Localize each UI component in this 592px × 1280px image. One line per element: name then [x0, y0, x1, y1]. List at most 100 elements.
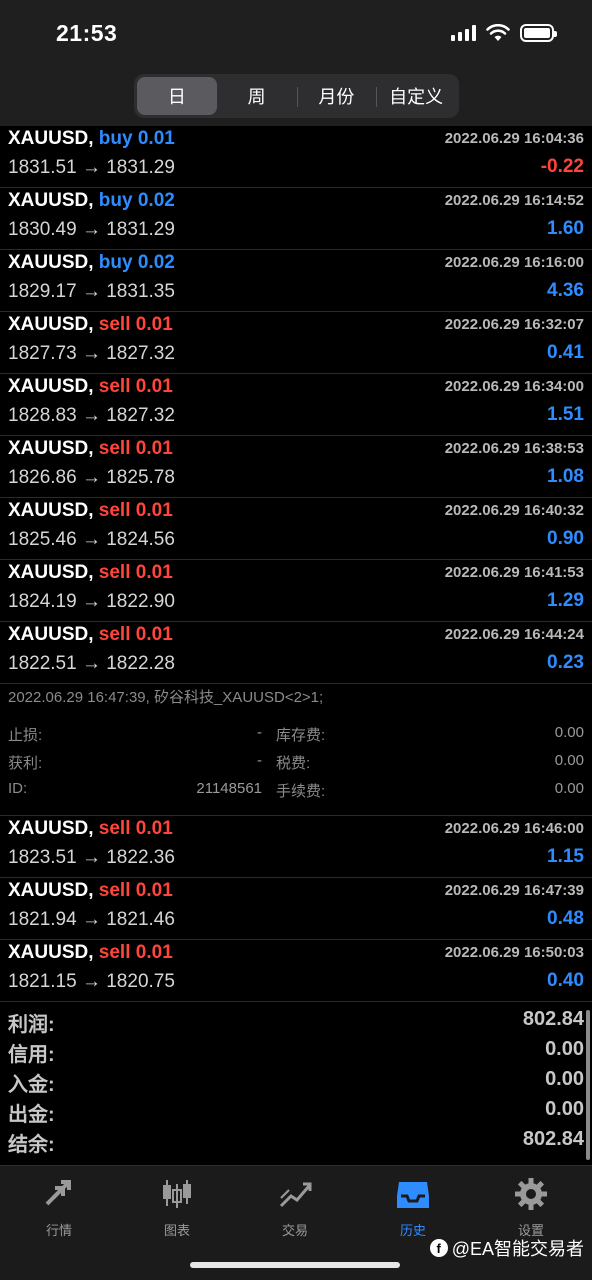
deal-profit: 1.08 [547, 466, 584, 487]
deal-symbol: XAUUSD, [8, 880, 94, 901]
watermark: f @EA智能交易者 [429, 1235, 584, 1261]
deal-profit: 1.51 [547, 404, 584, 425]
deal-symbol: XAUUSD, [8, 438, 94, 459]
history-inbox-icon [397, 1182, 429, 1208]
deal-prices: 1821.94 → 1821.46 [8, 909, 175, 930]
detail-tax-value: 0.00 [554, 752, 584, 769]
deal-side: sell [98, 376, 131, 397]
deal-symbol-line: XAUUSD, sell 0.01 [8, 314, 173, 336]
summary-label: 结余: [8, 1134, 55, 1156]
deal-symbol-line: XAUUSD, sell 0.01 [8, 880, 173, 902]
deal-row[interactable]: XAUUSD, sell 0.01 2022.06.29 16:32:07 1827… [0, 312, 592, 374]
deal-row[interactable]: XAUUSD, sell 0.01 2022.06.29 16:50:03 1821… [0, 940, 592, 1002]
deal-volume: 0.02 [137, 190, 175, 211]
quotes-arrows-icon [45, 1180, 71, 1206]
tab-label: 行情 [45, 1223, 72, 1238]
account-summary: 利润: 802.84 信用: 0.00 入金: 0.00 出金: 0.00 结余: 802.84 [8, 1008, 584, 1158]
deal-time: 2022.06.29 16:14:52 [444, 192, 584, 209]
deal-symbol-line: XAUUSD, buy 0.02 [8, 190, 175, 212]
detail-swap-value: 0.00 [554, 724, 584, 741]
deal-profit: 1.15 [547, 846, 584, 867]
deal-row[interactable]: XAUUSD, sell 0.01 2022.06.29 16:40:32 1825… [0, 498, 592, 560]
tab-quotes-arrows[interactable]: 行情 [0, 1176, 118, 1238]
deal-symbol-line: XAUUSD, sell 0.01 [8, 624, 173, 646]
deal-row[interactable]: XAUUSD, sell 0.01 2022.06.29 16:41:53 1824… [0, 560, 592, 622]
deal-volume: 0.01 [135, 314, 173, 335]
watermark-text: @EA智能交易者 [451, 1239, 584, 1259]
deal-symbol: XAUUSD, [8, 190, 94, 211]
deal-symbol: XAUUSD, [8, 252, 94, 273]
status-time: 21:53 [56, 20, 118, 46]
summary-row: 入金: 0.00 [8, 1068, 584, 1098]
deal-side: buy [98, 128, 133, 149]
deal-prices: 1824.19 → 1822.90 [8, 591, 175, 612]
deal-side: sell [98, 314, 131, 335]
tab-gear[interactable]: 设置 [472, 1176, 590, 1238]
deal-row[interactable]: XAUUSD, sell 0.01 2022.06.29 16:46:00 1823… [0, 816, 592, 878]
summary-value: 0.00 [545, 1098, 584, 1120]
scrollbar[interactable] [586, 1010, 590, 1160]
deal-symbol-line: XAUUSD, sell 0.01 [8, 818, 173, 840]
deal-row[interactable]: XAUUSD, sell 0.01 2022.06.29 16:47:39 1821… [0, 878, 592, 940]
summary-label: 利润: [8, 1014, 55, 1036]
deal-details: 2022.06.29 16:47:39, 矽谷科技_XAUUSD<2>1; 止损:… [0, 684, 592, 816]
summary-label: 出金: [8, 1104, 55, 1126]
deal-time: 2022.06.29 16:04:36 [444, 130, 584, 147]
deal-profit: 0.48 [547, 908, 584, 929]
tab-label: 交易 [281, 1223, 308, 1238]
deal-row[interactable]: XAUUSD, sell 0.01 2022.06.29 16:44:24 1822… [0, 622, 592, 684]
deal-profit: 1.29 [547, 590, 584, 611]
deal-symbol-line: XAUUSD, buy 0.02 [8, 252, 175, 274]
deal-row[interactable]: XAUUSD, buy 0.02 2022.06.29 16:16:00 1829.… [0, 250, 592, 312]
detail-tax-label: 税费: [276, 755, 311, 772]
period-tab-2[interactable]: 月份 [296, 77, 377, 115]
detail-fee-label: 手续费: [276, 783, 326, 800]
deal-symbol: XAUUSD, [8, 624, 94, 645]
deal-prices: 1823.51 → 1822.36 [8, 847, 175, 868]
deal-side: sell [98, 942, 131, 963]
home-indicator[interactable] [190, 1262, 400, 1268]
deal-time: 2022.06.29 16:46:00 [444, 820, 584, 837]
detail-sl-value: - [257, 724, 262, 741]
tab-history-inbox[interactable]: 历史 [354, 1176, 472, 1238]
deal-side: sell [98, 500, 131, 521]
deal-prices: 1821.15 → 1820.75 [8, 971, 175, 992]
deal-profit: 4.36 [547, 280, 584, 301]
deal-side: buy [98, 252, 133, 273]
detail-row: ID: 21148561 手续费: 0.00 [8, 780, 584, 802]
tab-trade-trend[interactable]: 交易 [236, 1176, 354, 1238]
deal-time: 2022.06.29 16:40:32 [444, 502, 584, 519]
period-tab-0[interactable]: 日 [137, 77, 217, 115]
deal-prices: 1822.51 → 1822.28 [8, 653, 175, 674]
deal-row[interactable]: XAUUSD, sell 0.01 2022.06.29 16:34:00 1828… [0, 374, 592, 436]
summary-row: 信用: 0.00 [8, 1038, 584, 1068]
deal-row[interactable]: XAUUSD, buy 0.01 2022.06.29 16:04:36 1831.… [0, 126, 592, 188]
tab-candlestick-chart[interactable]: 图表 [118, 1176, 236, 1238]
deals-list[interactable]: XAUUSD, buy 0.01 2022.06.29 16:04:36 1831.… [0, 126, 592, 1002]
deal-volume: 0.02 [137, 252, 175, 273]
deal-side: sell [98, 818, 131, 839]
deal-symbol: XAUUSD, [8, 500, 94, 521]
deal-time: 2022.06.29 16:34:00 [444, 378, 584, 395]
deal-volume: 0.01 [135, 438, 173, 459]
deal-symbol: XAUUSD, [8, 128, 94, 149]
summary-value: 802.84 [522, 1008, 584, 1030]
deal-row[interactable]: XAUUSD, buy 0.02 2022.06.29 16:14:52 1830.… [0, 188, 592, 250]
deal-volume: 0.01 [135, 562, 173, 583]
deal-side: sell [98, 438, 131, 459]
status-icons [451, 24, 557, 42]
period-tab-1[interactable]: 周 [217, 77, 297, 115]
summary-row: 结余: 802.84 [8, 1128, 584, 1158]
detail-fee-value: 0.00 [554, 780, 584, 797]
deal-prices: 1829.17 → 1831.35 [8, 281, 175, 302]
deal-profit: 0.40 [547, 970, 584, 991]
deal-prices: 1826.86 → 1825.78 [8, 467, 175, 488]
deal-volume: 0.01 [137, 128, 175, 149]
deal-row[interactable]: XAUUSD, sell 0.01 2022.06.29 16:38:53 1826… [0, 436, 592, 498]
deal-profit: -0.22 [540, 156, 584, 177]
deal-symbol: XAUUSD, [8, 314, 94, 335]
period-tab-3[interactable]: 自定义 [376, 77, 456, 115]
deal-side: buy [98, 190, 133, 211]
gear-icon [515, 1178, 547, 1210]
detail-row: 止损: - 库存费: 0.00 [8, 724, 584, 746]
